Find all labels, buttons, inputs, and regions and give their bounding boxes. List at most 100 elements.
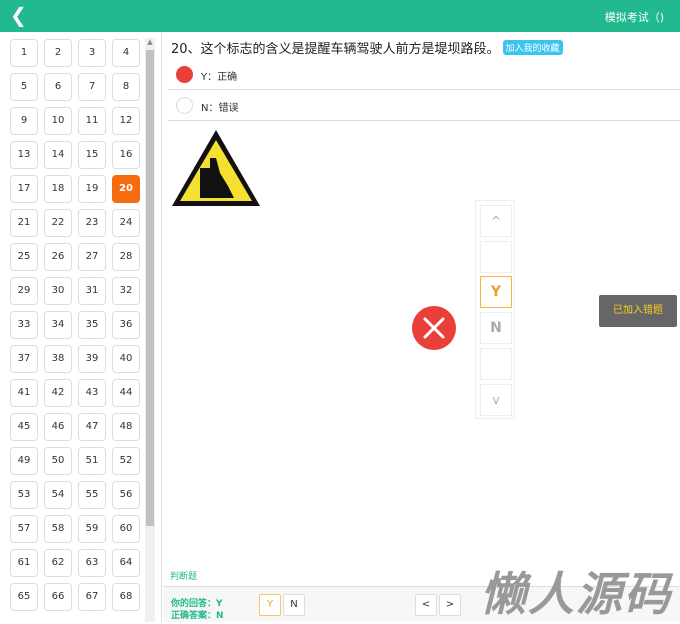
question-number-31[interactable]: 31 (78, 277, 106, 305)
picker-item-n[interactable]: N (480, 312, 512, 344)
radio-icon[interactable] (176, 97, 193, 114)
question-number-53[interactable]: 53 (10, 481, 38, 509)
picker-down-button[interactable]: v (480, 384, 512, 416)
question-number-7[interactable]: 7 (78, 73, 106, 101)
question-number-60[interactable]: 60 (112, 515, 140, 543)
question-number-15[interactable]: 15 (78, 141, 106, 169)
wrong-answer-icon (412, 306, 456, 350)
question-type-label: 判断题 (170, 572, 198, 582)
question-number-59[interactable]: 59 (78, 515, 106, 543)
question-number-43[interactable]: 43 (78, 379, 106, 407)
picker-item[interactable] (480, 348, 512, 380)
watermark: 懒人源码 (480, 567, 672, 621)
question-number-34[interactable]: 34 (44, 311, 72, 339)
question-number-58[interactable]: 58 (44, 515, 72, 543)
question-number-52[interactable]: 52 (112, 447, 140, 475)
question-number-19[interactable]: 19 (78, 175, 106, 203)
option-label: N：错误 (201, 103, 239, 114)
question-number-39[interactable]: 39 (78, 345, 106, 373)
question-number-8[interactable]: 8 (112, 73, 140, 101)
prev-button[interactable]: < (415, 594, 437, 616)
question-number-54[interactable]: 54 (44, 481, 72, 509)
radio-icon[interactable] (176, 66, 193, 83)
question-number-26[interactable]: 26 (44, 243, 72, 271)
question-number-67[interactable]: 67 (78, 583, 106, 611)
answer-y-button[interactable]: Y (259, 594, 281, 616)
question-number-65[interactable]: 65 (10, 583, 38, 611)
question-number-56[interactable]: 56 (112, 481, 140, 509)
question-number-42[interactable]: 42 (44, 379, 72, 407)
question-number-47[interactable]: 47 (78, 413, 106, 441)
question-number-3[interactable]: 3 (78, 39, 106, 67)
question-number-45[interactable]: 45 (10, 413, 38, 441)
question-number-51[interactable]: 51 (78, 447, 106, 475)
question-number-48[interactable]: 48 (112, 413, 140, 441)
question-number-9[interactable]: 9 (10, 107, 38, 135)
question-number-25[interactable]: 25 (10, 243, 38, 271)
question-number-11[interactable]: 11 (78, 107, 106, 135)
correct-answer: 正确答案：N (171, 611, 224, 621)
question-number-50[interactable]: 50 (44, 447, 72, 475)
question-number-35[interactable]: 35 (78, 311, 106, 339)
question-number-61[interactable]: 61 (10, 549, 38, 577)
chevron-left-icon[interactable]: ❮ (10, 5, 30, 27)
scrollbar[interactable]: ▲ (145, 38, 155, 622)
answer-picker: ^ Y N v (475, 200, 515, 419)
question-number-17[interactable]: 17 (10, 175, 38, 203)
dam-warning-sign-image (172, 130, 260, 206)
question-number-55[interactable]: 55 (78, 481, 106, 509)
option-no[interactable]: N：错误 (168, 91, 680, 121)
question-nav-sidebar: 1 2 3 4 5 6 7 8 9 10 11 12 13 14 15 16 17 18 19 20 21 22 23 24 2… (0, 32, 162, 622)
picker-up-button[interactable]: ^ (480, 205, 512, 237)
question-label: 20、这个标志的含义是提醒车辆驾驶人前方是堤坝路段。 (171, 42, 500, 57)
question-number-24[interactable]: 24 (112, 209, 140, 237)
question-number-14[interactable]: 14 (44, 141, 72, 169)
question-number-66[interactable]: 66 (44, 583, 72, 611)
question-number-38[interactable]: 38 (44, 345, 72, 373)
toast-message: 已加入错题 (599, 295, 677, 327)
question-number-44[interactable]: 44 (112, 379, 140, 407)
question-number-5[interactable]: 5 (10, 73, 38, 101)
header: ❮ 模拟考试（) (0, 0, 680, 32)
question-number-2[interactable]: 2 (44, 39, 72, 67)
add-favorite-button[interactable]: 加入我的收藏 (502, 40, 563, 55)
question-number-4[interactable]: 4 (112, 39, 140, 67)
question-number-63[interactable]: 63 (78, 549, 106, 577)
scrollbar-thumb[interactable] (146, 50, 154, 526)
scroll-up-icon[interactable]: ▲ (145, 38, 155, 48)
page-title: 模拟考试（) (604, 11, 664, 24)
question-number-16[interactable]: 16 (112, 141, 140, 169)
option-label: Y：正确 (201, 72, 238, 83)
question-number-20[interactable]: 20 (112, 175, 140, 203)
question-number-62[interactable]: 62 (44, 549, 72, 577)
question-number-13[interactable]: 13 (10, 141, 38, 169)
answer-n-button[interactable]: N (283, 594, 305, 616)
question-number-40[interactable]: 40 (112, 345, 140, 373)
question-number-46[interactable]: 46 (44, 413, 72, 441)
picker-item[interactable] (480, 241, 512, 273)
question-number-22[interactable]: 22 (44, 209, 72, 237)
question-number-37[interactable]: 37 (10, 345, 38, 373)
question-number-68[interactable]: 68 (112, 583, 140, 611)
question-number-41[interactable]: 41 (10, 379, 38, 407)
option-yes[interactable]: Y：正确 (168, 60, 680, 90)
question-number-10[interactable]: 10 (44, 107, 72, 135)
question-number-18[interactable]: 18 (44, 175, 72, 203)
question-number-28[interactable]: 28 (112, 243, 140, 271)
question-number-36[interactable]: 36 (112, 311, 140, 339)
question-number-12[interactable]: 12 (112, 107, 140, 135)
question-number-33[interactable]: 33 (10, 311, 38, 339)
question-number-64[interactable]: 64 (112, 549, 140, 577)
question-number-57[interactable]: 57 (10, 515, 38, 543)
question-number-32[interactable]: 32 (112, 277, 140, 305)
question-number-23[interactable]: 23 (78, 209, 106, 237)
question-number-30[interactable]: 30 (44, 277, 72, 305)
question-number-27[interactable]: 27 (78, 243, 106, 271)
question-number-49[interactable]: 49 (10, 447, 38, 475)
question-number-6[interactable]: 6 (44, 73, 72, 101)
picker-item-y[interactable]: Y (480, 276, 512, 308)
question-number-21[interactable]: 21 (10, 209, 38, 237)
next-button[interactable]: > (439, 594, 461, 616)
question-number-29[interactable]: 29 (10, 277, 38, 305)
question-number-1[interactable]: 1 (10, 39, 38, 67)
